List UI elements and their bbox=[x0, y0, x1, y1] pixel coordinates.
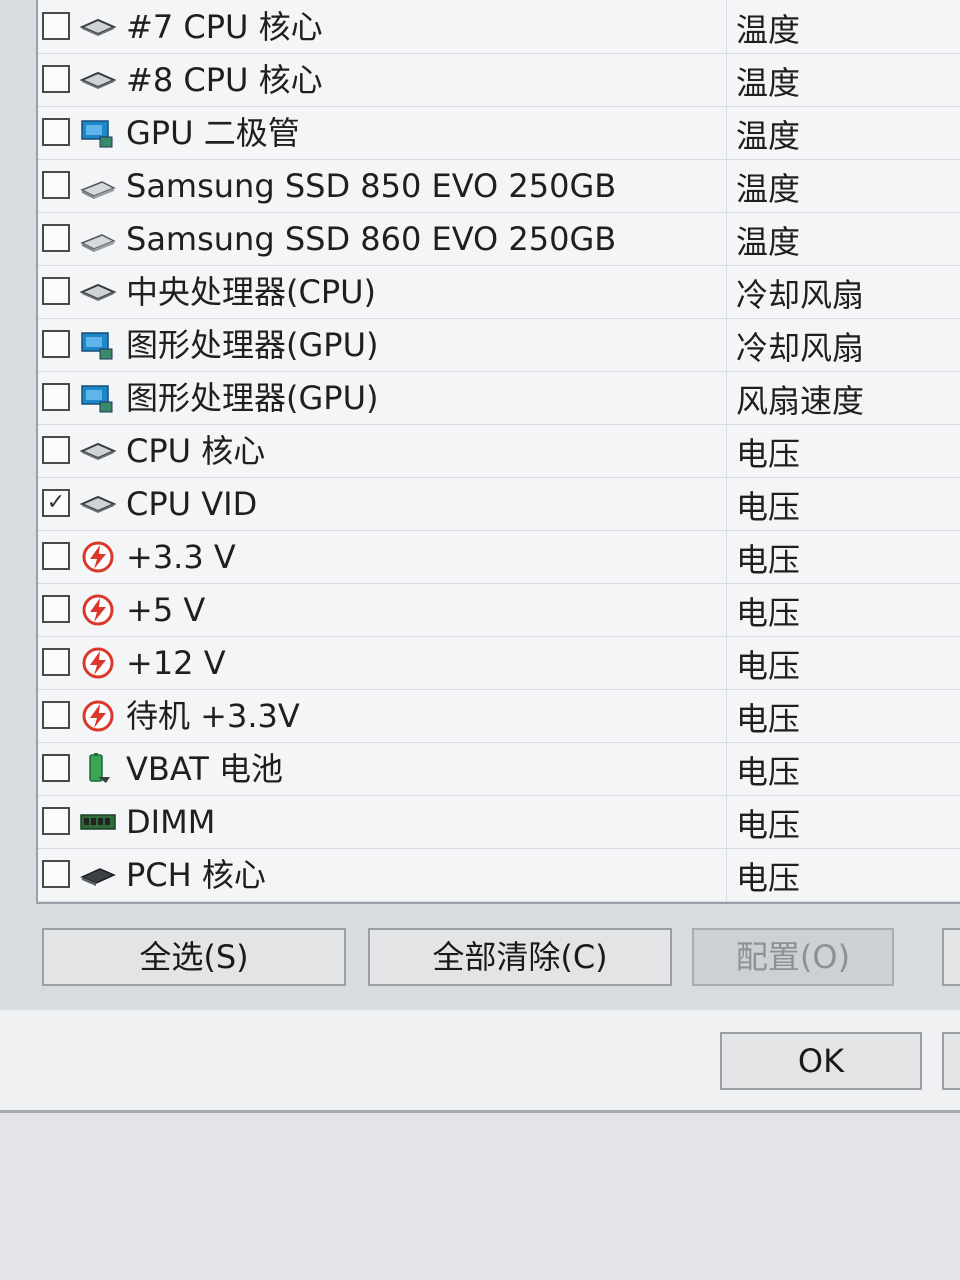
sensor-name: DIMM bbox=[126, 803, 216, 841]
sensor-checkbox[interactable]: ✓ bbox=[42, 489, 70, 517]
sensor-checkbox[interactable] bbox=[42, 754, 70, 782]
sensor-row[interactable]: +12 V 电压 bbox=[38, 637, 960, 690]
sensor-row[interactable]: 待机 +3.3V 电压 bbox=[38, 690, 960, 743]
sensor-name: +3.3 V bbox=[126, 538, 236, 576]
sensor-type: 风扇速度 bbox=[736, 382, 865, 420]
sensor-row[interactable]: #7 CPU 核心 温度 bbox=[38, 1, 960, 54]
sensor-type: 电压 bbox=[736, 859, 801, 897]
sensor-checkbox[interactable] bbox=[42, 65, 70, 93]
sensor-name: #7 CPU 核心 bbox=[126, 8, 323, 46]
partial-button-2[interactable] bbox=[942, 1032, 960, 1090]
sensor-name: PCH 核心 bbox=[126, 856, 266, 894]
sensor-type: 电压 bbox=[736, 435, 801, 473]
lightning-bolt-icon bbox=[80, 647, 116, 679]
sensor-checkbox[interactable] bbox=[42, 224, 70, 252]
sensor-type: 温度 bbox=[736, 11, 801, 49]
sensor-type: 电压 bbox=[736, 541, 801, 579]
sensor-type: 电压 bbox=[736, 594, 801, 632]
sensor-type: 冷却风扇 bbox=[736, 329, 865, 367]
partial-button[interactable] bbox=[942, 928, 960, 986]
sensor-name: 中央处理器(CPU) bbox=[126, 273, 377, 311]
sensor-type: 电压 bbox=[736, 488, 801, 526]
sensor-checkbox[interactable] bbox=[42, 595, 70, 623]
window-background bbox=[0, 1113, 960, 1280]
sensor-row[interactable]: ✓ CPU VID 电压 bbox=[38, 478, 960, 531]
sensor-type: 电压 bbox=[736, 647, 801, 685]
sensor-row[interactable]: VBAT 电池 电压 bbox=[38, 743, 960, 796]
sensor-list[interactable]: #7 CPU 核心 温度 #8 CPU 核心 温度 GPU 二极管 温度 Samsung S… bbox=[36, 0, 960, 904]
sensor-type: 电压 bbox=[736, 700, 801, 738]
sensor-checkbox[interactable] bbox=[42, 171, 70, 199]
sensor-checkbox[interactable] bbox=[42, 701, 70, 729]
sensor-name: +12 V bbox=[126, 644, 226, 682]
sensor-name: CPU VID bbox=[126, 485, 258, 523]
sensor-row[interactable]: #8 CPU 核心 温度 bbox=[38, 54, 960, 107]
sensor-row[interactable]: 图形处理器(GPU) 冷却风扇 bbox=[38, 319, 960, 372]
gpu-card-icon bbox=[80, 117, 116, 149]
sensor-type: 温度 bbox=[736, 64, 801, 102]
battery-icon bbox=[80, 753, 116, 785]
sensor-row[interactable]: DIMM 电压 bbox=[38, 796, 960, 849]
sensor-type: 温度 bbox=[736, 170, 801, 208]
sensor-name: GPU 二极管 bbox=[126, 114, 300, 152]
sensor-type: 电压 bbox=[736, 753, 801, 791]
sensor-name: CPU 核心 bbox=[126, 432, 266, 470]
sensor-name: 图形处理器(GPU) bbox=[126, 326, 379, 364]
sensor-row[interactable]: 中央处理器(CPU) 冷却风扇 bbox=[38, 266, 960, 319]
sensor-name: +5 V bbox=[126, 591, 206, 629]
sensor-row[interactable]: +5 V 电压 bbox=[38, 584, 960, 637]
memory-module-icon bbox=[80, 806, 116, 838]
sensor-name: #8 CPU 核心 bbox=[126, 61, 323, 99]
gpu-card-icon bbox=[80, 382, 116, 414]
sensor-row[interactable]: Samsung SSD 860 EVO 250GB 温度 bbox=[38, 213, 960, 266]
sensor-row[interactable]: 图形处理器(GPU) 风扇速度 bbox=[38, 372, 960, 425]
ssd-drive-icon bbox=[80, 223, 116, 255]
sensor-row[interactable]: PCH 核心 电压 bbox=[38, 849, 960, 902]
cpu-chip-icon bbox=[79, 435, 117, 467]
cpu-chip-icon bbox=[79, 64, 117, 96]
cpu-chip-icon bbox=[79, 11, 117, 43]
sensor-name: Samsung SSD 850 EVO 250GB bbox=[126, 167, 617, 205]
clear-all-button[interactable]: 全部清除(C) bbox=[368, 928, 672, 986]
sensor-type: 冷却风扇 bbox=[736, 276, 865, 314]
cpu-chip-icon bbox=[79, 276, 117, 308]
sensor-row[interactable]: Samsung SSD 850 EVO 250GB 温度 bbox=[38, 160, 960, 213]
sensor-row[interactable]: +3.3 V 电压 bbox=[38, 531, 960, 584]
gpu-card-icon bbox=[80, 329, 116, 361]
sensor-row[interactable]: GPU 二极管 温度 bbox=[38, 107, 960, 160]
sensor-checkbox[interactable] bbox=[42, 436, 70, 464]
sensor-type: 温度 bbox=[736, 223, 801, 261]
sensor-type: 温度 bbox=[736, 117, 801, 155]
sensor-checkbox[interactable] bbox=[42, 118, 70, 146]
sensor-checkbox[interactable] bbox=[42, 383, 70, 411]
sensor-checkbox[interactable] bbox=[42, 542, 70, 570]
sensor-checkbox[interactable] bbox=[42, 807, 70, 835]
sensor-checkbox[interactable] bbox=[42, 330, 70, 358]
lightning-bolt-icon bbox=[80, 541, 116, 573]
sensor-checkbox[interactable] bbox=[42, 277, 70, 305]
sensor-checkbox[interactable] bbox=[42, 648, 70, 676]
lightning-bolt-icon bbox=[80, 700, 116, 732]
sensor-name: Samsung SSD 860 EVO 250GB bbox=[126, 220, 617, 258]
ssd-drive-icon bbox=[80, 170, 116, 202]
sensor-name: VBAT 电池 bbox=[126, 750, 283, 788]
sensor-name: 待机 +3.3V bbox=[126, 697, 300, 735]
sensor-name: 图形处理器(GPU) bbox=[126, 379, 379, 417]
sensor-checkbox[interactable] bbox=[42, 860, 70, 888]
select-all-button[interactable]: 全选(S) bbox=[42, 928, 346, 986]
lightning-bolt-icon bbox=[80, 594, 116, 626]
sensor-type: 电压 bbox=[736, 806, 801, 844]
cpu-chip-icon bbox=[79, 488, 117, 520]
ok-button[interactable]: OK bbox=[720, 1032, 922, 1090]
sensor-checkbox[interactable] bbox=[42, 12, 70, 40]
chipset-icon bbox=[80, 859, 116, 891]
sensor-row[interactable]: CPU 核心 电压 bbox=[38, 425, 960, 478]
configure-button[interactable]: 配置(O) bbox=[692, 928, 894, 986]
